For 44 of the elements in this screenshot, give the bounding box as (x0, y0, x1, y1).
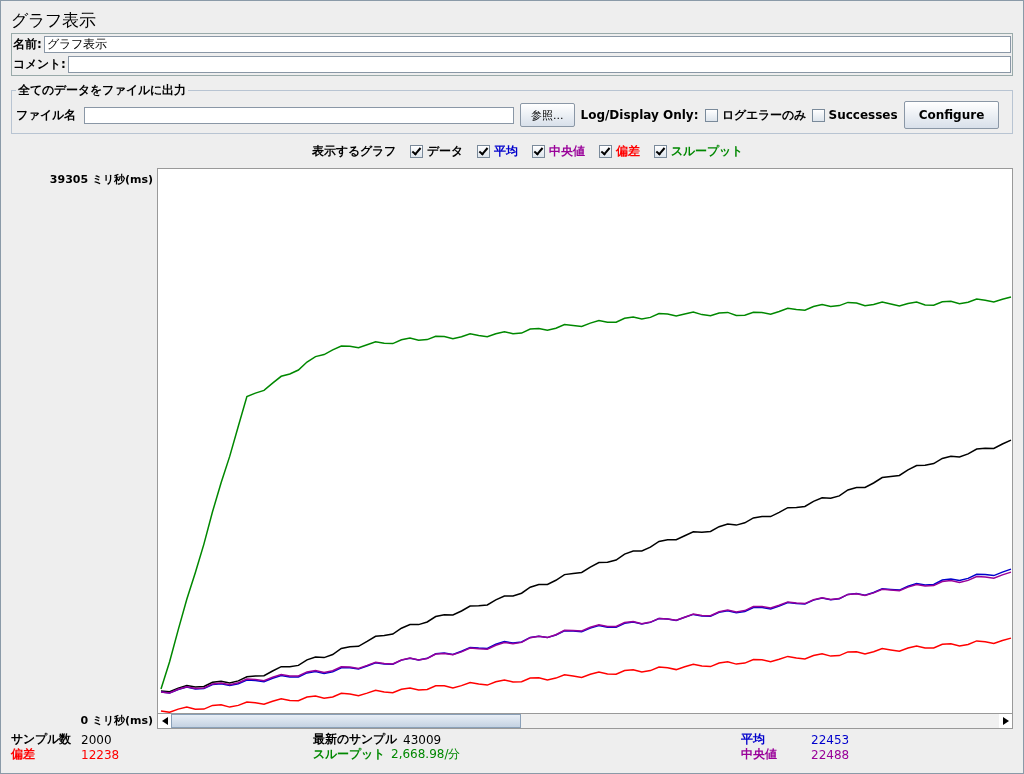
checkbox-label: 中央値 (548, 142, 585, 160)
comment-label: コメント: (13, 56, 66, 73)
stat-value: 12238 (81, 747, 120, 762)
configure-button[interactable]: Configure (903, 101, 1000, 129)
file-name-label: ファイル名 (16, 106, 76, 124)
stat-label: 平均 (741, 731, 766, 748)
group-legend: 全てのデータをファイルに出力 (16, 82, 188, 99)
scroll-right-icon[interactable] (999, 714, 1012, 728)
graphs-label: 表示するグラフ (311, 142, 396, 160)
checkbox[interactable] (704, 108, 718, 122)
checkbox-label: ログエラーのみ (721, 106, 806, 124)
stat-value: 2000 (81, 732, 112, 747)
stat-label: スループット (313, 746, 385, 763)
panel-title: グラフ表示 (11, 9, 97, 32)
checkbox-label: 偏差 (615, 142, 640, 160)
comment-field[interactable] (67, 56, 1011, 73)
checkbox-label: データ (426, 142, 463, 160)
stat-label: 中央値 (741, 746, 778, 763)
stat-label: 偏差 (11, 746, 36, 763)
stat-value: 22488 (811, 747, 850, 762)
stat-value: 43009 (403, 732, 442, 747)
checkbox-label: スループット (670, 142, 743, 160)
checkbox[interactable] (409, 144, 423, 158)
stat-value: 2,668.98/分 (391, 746, 461, 763)
checkbox-label: Successes (828, 108, 898, 122)
stat-value: 22453 (811, 732, 850, 747)
scroll-left-icon[interactable] (158, 714, 171, 728)
checkbox[interactable] (531, 144, 545, 158)
name-label: 名前: (13, 36, 42, 53)
checkbox-label: 平均 (493, 142, 518, 160)
checkbox[interactable] (653, 144, 667, 158)
checkbox[interactable] (476, 144, 490, 158)
file-name-field[interactable] (84, 106, 514, 124)
y-axis-label: 0 ミリ秒(ms) (80, 713, 153, 728)
scrollbar-thumb[interactable] (171, 714, 521, 728)
stat-label: サンプル数 (11, 731, 72, 748)
name-field[interactable]: グラフ表示 (43, 36, 1011, 53)
stat-label: 最新のサンプル (313, 731, 397, 747)
y-axis-label: 39305 ミリ秒(ms) (49, 172, 153, 187)
checkbox[interactable] (598, 144, 612, 158)
checkbox[interactable] (811, 108, 825, 122)
log-display-label: Log/Display Only: (580, 108, 699, 122)
horizontal-scrollbar[interactable] (157, 714, 1013, 729)
browse-button[interactable]: 参照... (520, 103, 575, 127)
